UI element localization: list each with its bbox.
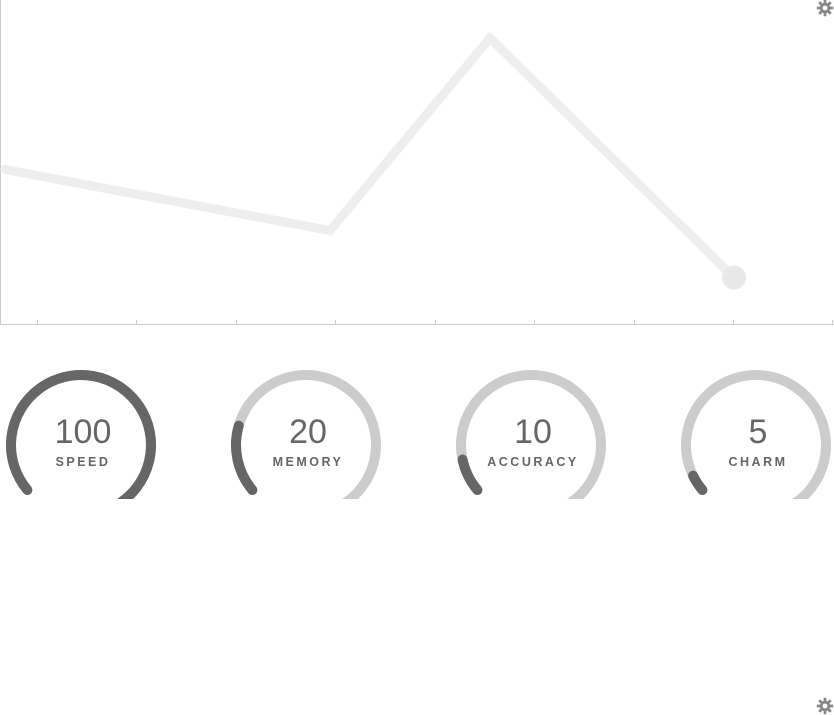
gauge-value: 10	[514, 413, 552, 451]
gauges-panel: 100 SPEED 20 MEMORY 10 ACCURACY 5 CHARM	[0, 340, 834, 715]
gauge-value: 100	[54, 413, 112, 451]
gauge-value: 5	[748, 413, 768, 451]
gauge-charm: 5 CHARM	[678, 340, 834, 499]
gear-icon	[816, 697, 834, 715]
gauge-label: CHARM	[728, 455, 788, 469]
gauge-speed: 100 SPEED	[3, 340, 163, 499]
gauge-label: ACCURACY	[487, 455, 579, 469]
gauge-memory: 20 MEMORY	[228, 340, 388, 499]
line-chart	[0, 0, 834, 325]
series-end-point	[722, 265, 746, 290]
gauge-value: 20	[289, 413, 327, 451]
gear-icon	[816, 0, 834, 17]
gauge-fill	[688, 470, 708, 495]
gauges-settings-button[interactable]	[816, 697, 834, 715]
line-chart-panel	[0, 0, 834, 340]
gauge-label: SPEED	[55, 455, 111, 469]
chart-settings-button[interactable]	[816, 0, 834, 17]
series-line	[0, 31, 739, 282]
gauge-label: MEMORY	[272, 455, 344, 469]
gauge-accuracy: 10 ACCURACY	[453, 340, 613, 499]
